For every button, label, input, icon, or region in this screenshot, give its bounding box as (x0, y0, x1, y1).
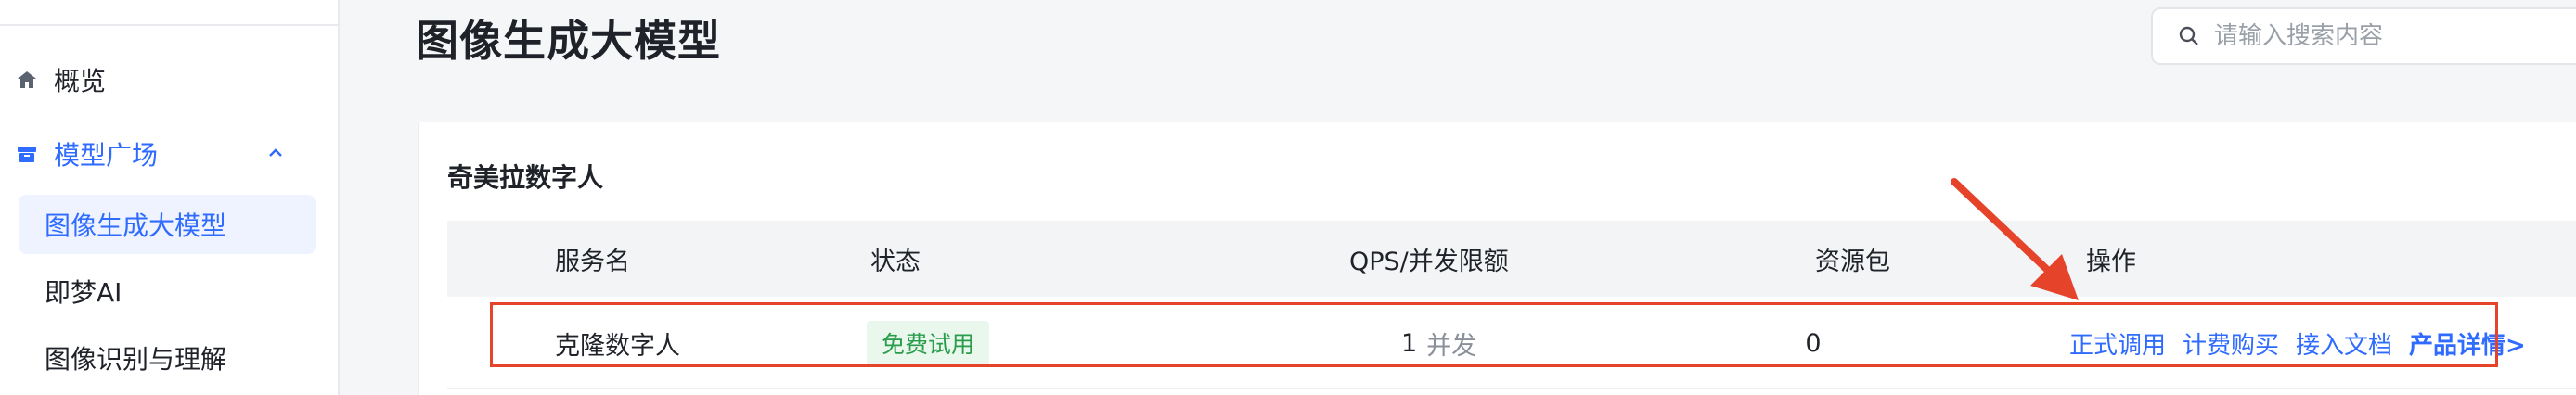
billing-purchase-link[interactable]: 计费购买 (2183, 326, 2279, 361)
sidebar-divider (0, 24, 338, 26)
column-header-package: 资源包 (1815, 247, 1890, 276)
search-input[interactable] (2212, 21, 2569, 51)
actions-cell: 正式调用 计费购买 接入文档 产品详情> (2069, 297, 2526, 389)
formal-call-link[interactable]: 正式调用 (2069, 326, 2166, 361)
sidebar-item-overview[interactable]: 概览 (0, 59, 338, 100)
status-badge: 免费试用 (867, 321, 990, 365)
qps-value: 1 (1401, 328, 1418, 358)
card-title: 奇美拉数字人 (447, 162, 604, 193)
qps-cell: 1 并发 (1401, 297, 1476, 389)
package-count: 0 (1805, 328, 1822, 358)
home-icon (15, 68, 39, 92)
table-row: 克隆数字人 免费试用 1 并发 0 正式调用 计费购买 接入文档 产品详情> (447, 297, 2576, 389)
chevron-up-icon[interactable] (262, 139, 290, 167)
product-details-link[interactable]: 产品详情> (2409, 326, 2526, 361)
status-cell: 免费试用 (867, 297, 990, 389)
integration-docs-link[interactable]: 接入文档 (2296, 326, 2392, 361)
service-name: 克隆数字人 (555, 331, 680, 361)
sidebar-subitem-image-recognition[interactable]: 图像识别与理解 (19, 328, 316, 388)
sidebar-item-model-plaza[interactable]: 模型广场 (0, 134, 338, 174)
page-title: 图像生成大模型 (416, 16, 721, 66)
qps-unit: 并发 (1426, 331, 1477, 361)
column-header-service-name: 服务名 (555, 247, 630, 276)
search-box[interactable] (2151, 7, 2576, 65)
column-header-actions: 操作 (2086, 247, 2136, 276)
column-header-status: 状态 (870, 247, 921, 276)
box-icon (15, 142, 39, 166)
sidebar-subitem-jimeng-ai[interactable]: 即梦AI (19, 261, 316, 321)
column-header-qps: QPS/并发限额 (1349, 247, 1509, 276)
sidebar: 概览 模型广场 图像生成大模型 即梦AI 图像识别与理解 (0, 0, 340, 395)
table-header: 服务名 状态 QPS/并发限额 资源包 操作 (447, 221, 2576, 297)
sidebar-item-label: 模型广场 (54, 140, 159, 171)
sidebar-item-label: 概览 (54, 66, 107, 96)
search-icon (2177, 24, 2201, 48)
sidebar-subitem-image-generation[interactable]: 图像生成大模型 (19, 195, 316, 254)
service-card: 奇美拉数字人 服务名 状态 QPS/并发限额 资源包 操作 克隆数字人 免费试用… (418, 122, 2576, 395)
annotation-arrow-icon (1951, 178, 2079, 300)
